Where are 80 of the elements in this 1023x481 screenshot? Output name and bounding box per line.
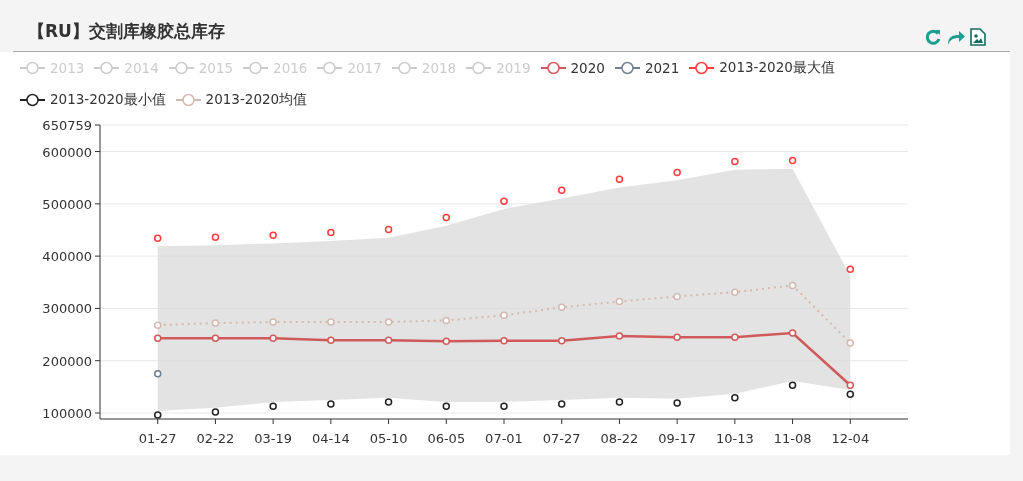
- data-point: [327, 336, 335, 345]
- x-tick-label: 10-13: [715, 431, 754, 446]
- data-point: [673, 399, 681, 407]
- data-point: [731, 288, 739, 296]
- data-point: [442, 337, 451, 346]
- x-tick-label: 05-10: [369, 431, 408, 446]
- data-point: [673, 333, 681, 341]
- data-point: [615, 175, 624, 183]
- data-point: [269, 402, 277, 410]
- legend-item[interactable]: 2020: [540, 58, 605, 78]
- data-point: [500, 197, 508, 205]
- data-point: [211, 319, 220, 327]
- data-point: [673, 168, 681, 177]
- x-tick-label: 12-04: [831, 431, 870, 446]
- data-point: [269, 334, 277, 342]
- data-point: [384, 225, 393, 234]
- data-point: [846, 265, 855, 273]
- data-point: [788, 156, 797, 165]
- data-point: [269, 318, 277, 326]
- data-point: [442, 213, 451, 222]
- x-tick-label: 06-05: [427, 431, 466, 446]
- data-point: [153, 321, 162, 329]
- data-point: [327, 400, 335, 408]
- y-tick-label: 600000: [42, 144, 92, 160]
- data-point: [788, 329, 797, 337]
- y-tick-label: 300000: [42, 301, 92, 317]
- data-point: [384, 318, 393, 326]
- data-point: [731, 394, 739, 402]
- data-point: [731, 157, 739, 166]
- data-point: [557, 400, 566, 408]
- data-point: [673, 292, 681, 301]
- x-tick-label: 07-01: [485, 431, 523, 446]
- legend-item[interactable]: 2021: [614, 58, 680, 78]
- x-tick-label: 08-22: [600, 431, 639, 446]
- x-tick-label: 07-27: [542, 431, 581, 446]
- data-point: [153, 370, 162, 378]
- data-point: [731, 333, 739, 341]
- data-point: [788, 381, 797, 389]
- data-point: [384, 398, 393, 406]
- x-tick-label: 01-27: [138, 431, 177, 446]
- data-point: [327, 318, 335, 326]
- data-point: [153, 411, 162, 419]
- x-tick-label: 09-17: [658, 431, 697, 446]
- data-point: [327, 228, 335, 237]
- data-point: [442, 402, 451, 410]
- y-tick-label: 200000: [42, 353, 92, 369]
- x-tick-label: 04-14: [311, 431, 350, 446]
- x-tick-label: 02-22: [196, 431, 235, 446]
- legend-item[interactable]: 2013-2020最大值: [689, 58, 835, 78]
- y-tick-label: 500000: [42, 196, 92, 212]
- data-point: [788, 281, 797, 290]
- data-point: [615, 398, 624, 406]
- chart-title: 【RU】交割库橡胶总库存: [28, 20, 225, 43]
- data-point: [846, 339, 855, 347]
- data-point: [211, 408, 220, 416]
- x-tick-label: 11-08: [773, 431, 812, 446]
- x-tick-label: 03-19: [254, 431, 293, 446]
- y-tick-label: 400000: [42, 249, 92, 265]
- legend-item[interactable]: 2013-2020最小值: [20, 90, 166, 110]
- data-point: [211, 233, 220, 242]
- data-point: [269, 231, 277, 239]
- data-point: [615, 332, 624, 340]
- data-point: [211, 334, 220, 342]
- data-point: [557, 303, 566, 312]
- image-file-icon[interactable]: [970, 28, 986, 46]
- data-point: [500, 337, 508, 345]
- data-point: [500, 402, 508, 410]
- data-point: [557, 337, 566, 345]
- y-tick-label: 650759: [42, 118, 92, 133]
- data-point: [384, 336, 393, 345]
- legend-item[interactable]: 2013-2020均值: [175, 90, 308, 110]
- data-point: [153, 334, 162, 342]
- y-tick-label: 100000: [42, 406, 92, 421]
- data-point: [442, 316, 451, 325]
- share-arrow-icon[interactable]: [946, 28, 966, 46]
- data-point: [153, 234, 162, 243]
- refresh-icon[interactable]: [924, 28, 942, 46]
- data-point: [615, 297, 624, 306]
- data-point: [557, 186, 566, 194]
- data-point: [500, 311, 508, 319]
